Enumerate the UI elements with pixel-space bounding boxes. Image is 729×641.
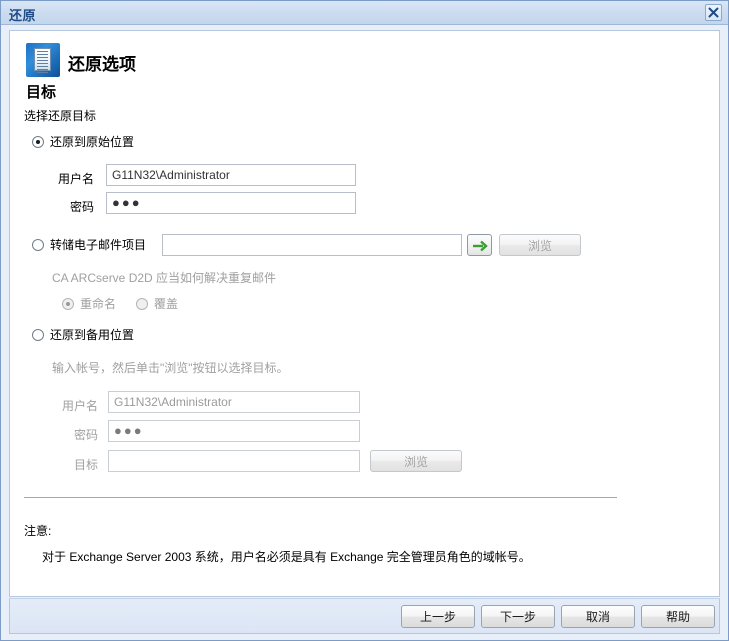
dialog-content: 还原选项 目标 选择还原目标 还原到原始位置 用户名 密码 ●●● 转储电子邮件… <box>9 30 720 597</box>
radio-alternate-location-label[interactable]: 还原到备用位置 <box>50 328 134 342</box>
restore-document-icon <box>26 43 60 77</box>
alternate-password-label: 密码 <box>38 426 98 443</box>
alternate-username-label: 用户名 <box>38 397 98 414</box>
radio-original-location-input[interactable] <box>32 136 44 148</box>
title-bar: 还原 <box>1 1 728 25</box>
original-username-input[interactable] <box>106 164 356 186</box>
radio-dump-email-input[interactable] <box>32 239 44 251</box>
original-password-label: 密码 <box>34 198 94 215</box>
radio-original-location-label[interactable]: 还原到原始位置 <box>50 135 134 149</box>
radio-overwrite-label: 覆盖 <box>154 297 178 311</box>
dump-email-go-button[interactable] <box>467 234 492 256</box>
restore-dialog-window: 还原 还原选项 目标 选择还原目标 还原到原始位置 用户名 密码 ●●● <box>0 0 729 641</box>
radio-alternate-location[interactable]: 还原到备用位置 <box>32 326 134 343</box>
document-glyph <box>34 48 51 71</box>
back-button[interactable]: 上一步 <box>401 605 475 628</box>
page-title: 还原选项 <box>68 50 136 75</box>
radio-overwrite-input <box>136 298 148 310</box>
original-password-input[interactable]: ●●● <box>106 192 356 214</box>
original-username-label: 用户名 <box>34 170 94 187</box>
radio-overwrite: 覆盖 <box>136 295 178 312</box>
radio-rename: 重命名 <box>62 295 116 312</box>
alternate-location-hint: 输入帐号，然后单击"浏览"按钮以选择目标。 <box>52 359 289 376</box>
note-title: 注意: <box>24 522 51 539</box>
window-title: 还原 <box>9 5 36 24</box>
dialog-footer: 上一步 下一步 取消 帮助 <box>9 598 720 634</box>
next-button[interactable]: 下一步 <box>481 605 555 628</box>
radio-rename-input <box>62 298 74 310</box>
alternate-password-input[interactable]: ●●● <box>108 420 360 442</box>
radio-dump-email-label[interactable]: 转储电子邮件项目 <box>50 238 146 252</box>
duplicate-mail-question: CA ARCserve D2D 应当如何解决重复邮件 <box>52 269 276 286</box>
radio-alternate-location-input[interactable] <box>32 329 44 341</box>
close-button[interactable] <box>705 4 722 21</box>
dump-email-browse-button[interactable]: 浏览 <box>499 234 581 256</box>
alternate-destination-label: 目标 <box>38 456 98 473</box>
section-title: 目标 <box>26 81 56 102</box>
help-button[interactable]: 帮助 <box>641 605 715 628</box>
radio-original-location[interactable]: 还原到原始位置 <box>32 133 134 150</box>
close-icon <box>708 7 719 18</box>
radio-rename-label: 重命名 <box>80 297 116 311</box>
dump-email-path-input[interactable] <box>162 234 462 256</box>
cancel-button[interactable]: 取消 <box>561 605 635 628</box>
alternate-destination-input[interactable] <box>108 450 360 472</box>
section-divider <box>24 497 617 499</box>
radio-dump-email[interactable]: 转储电子邮件项目 <box>32 236 146 253</box>
alternate-browse-button[interactable]: 浏览 <box>370 450 462 472</box>
note-body: 对于 Exchange Server 2003 系统，用户名必须是具有 Exch… <box>42 548 531 565</box>
alternate-username-input[interactable] <box>108 391 360 413</box>
section-subtitle: 选择还原目标 <box>24 107 96 124</box>
green-arrow-icon <box>472 239 488 253</box>
